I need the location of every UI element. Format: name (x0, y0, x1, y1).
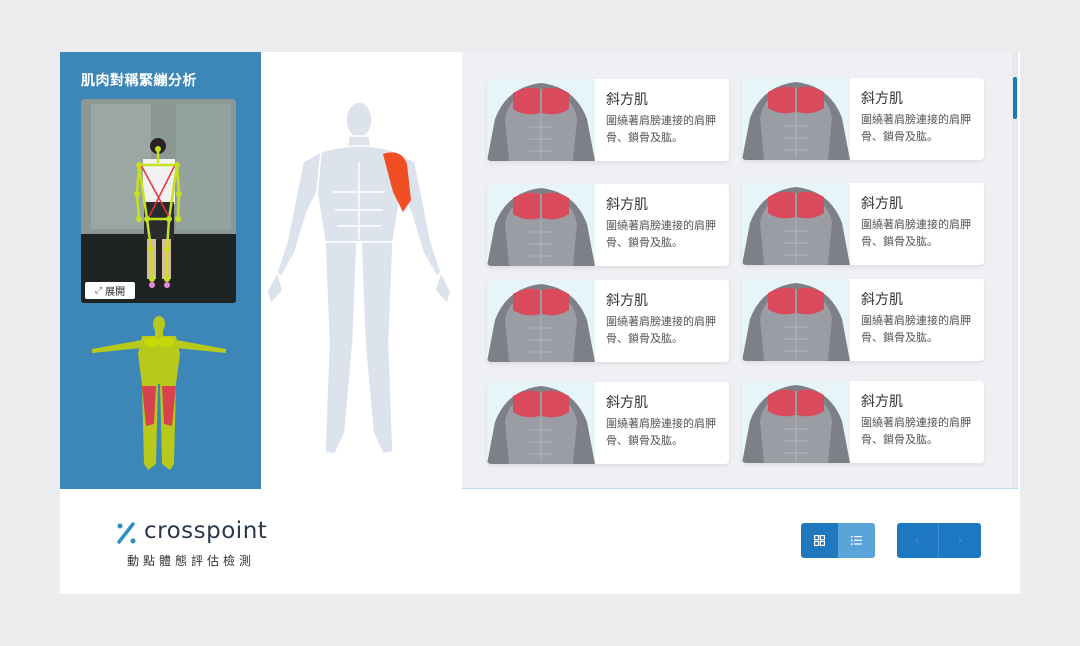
muscle-thumbnail (742, 183, 850, 265)
muscle-card[interactable]: 斜方肌 圍繞著肩膀連接的肩胛骨、鎖骨及肱。 (487, 280, 729, 362)
list-view-button[interactable] (838, 523, 875, 558)
prev-page-button[interactable]: ‹ (897, 523, 939, 558)
grid-view-button[interactable] (801, 523, 838, 558)
muscle-card[interactable]: 斜方肌 圍繞著肩膀連接的肩胛骨、鎖骨及肱。 (742, 279, 984, 361)
muscle-card-grid: 斜方肌 圍繞著肩膀連接的肩胛骨、鎖骨及肱。 斜方肌 圍繞著肩膀連接的肩胛骨、鎖骨… (462, 52, 1018, 489)
card-description: 圍繞著肩膀連接的肩胛骨、鎖骨及肱。 (861, 113, 971, 143)
card-description: 圍繞著肩膀連接的肩胛骨、鎖骨及肱。 (861, 218, 971, 248)
muscle-thumbnail (487, 79, 595, 161)
card-title: 斜方肌 (606, 197, 648, 213)
next-page-button[interactable]: › (939, 523, 981, 558)
chevron-left-icon: ‹ (914, 532, 921, 549)
card-title: 斜方肌 (861, 91, 903, 107)
chevron-right-icon: › (957, 532, 963, 549)
muscle-card[interactable]: 斜方肌 圍繞著肩膀連接的肩胛骨、鎖骨及肱。 (487, 382, 729, 464)
muscle-thumbnail (742, 381, 850, 463)
card-description: 圍繞著肩膀連接的肩胛骨、鎖骨及肱。 (606, 219, 716, 249)
body-diagram (261, 52, 462, 489)
brand-name: crosspoint (144, 518, 268, 544)
card-description: 圍繞著肩膀連接的肩胛骨、鎖骨及肱。 (606, 417, 716, 447)
crosspoint-logo-icon (117, 522, 136, 544)
card-title: 斜方肌 (606, 395, 648, 411)
card-title: 斜方肌 (861, 394, 903, 410)
muscle-map-figure (84, 314, 234, 476)
muscle-card[interactable]: 斜方肌 圍繞著肩膀連接的肩胛骨、鎖骨及肱。 (742, 381, 984, 463)
card-title: 斜方肌 (861, 196, 903, 212)
app-frame: 肌肉對稱緊繃分析 ⤢ 展開 斜方肌 圍繞著肩膀連接的肩胛骨、鎖骨及肱。 斜方肌 … (60, 52, 1020, 594)
muscle-thumbnail (487, 280, 595, 362)
muscle-thumbnail (487, 184, 595, 266)
card-description: 圍繞著肩膀連接的肩胛骨、鎖骨及肱。 (606, 315, 716, 345)
muscle-card[interactable]: 斜方肌 圍繞著肩膀連接的肩胛骨、鎖骨及肱。 (742, 183, 984, 265)
card-title: 斜方肌 (606, 293, 648, 309)
posture-photo[interactable] (81, 99, 236, 303)
brand-tagline: 動點體態評估檢測 (127, 554, 256, 568)
muscle-card[interactable]: 斜方肌 圍繞著肩膀連接的肩胛骨、鎖骨及肱。 (742, 78, 984, 160)
panel-title: 肌肉對稱緊繃分析 (81, 73, 197, 89)
expand-button[interactable]: ⤢ 展開 (85, 282, 135, 299)
scrollbar[interactable] (1012, 52, 1018, 488)
card-description: 圍繞著肩膀連接的肩胛骨、鎖骨及肱。 (861, 314, 971, 344)
muscle-thumbnail (742, 279, 850, 361)
card-title: 斜方肌 (606, 92, 648, 108)
pager: ‹ › (897, 523, 981, 558)
expand-label: 展開 (105, 287, 126, 298)
view-toggle (801, 523, 875, 558)
muscle-thumbnail (487, 382, 595, 464)
muscle-thumbnail (742, 78, 850, 160)
grid-icon (814, 535, 825, 546)
muscle-card[interactable]: 斜方肌 圍繞著肩膀連接的肩胛骨、鎖骨及肱。 (487, 184, 729, 266)
brand-logo: crosspoint 動點體態評估檢測 (115, 516, 275, 576)
muscle-card[interactable]: 斜方肌 圍繞著肩膀連接的肩胛骨、鎖骨及肱。 (487, 79, 729, 161)
analysis-panel: 肌肉對稱緊繃分析 ⤢ 展開 (60, 52, 261, 489)
card-description: 圍繞著肩膀連接的肩胛骨、鎖骨及肱。 (606, 114, 716, 144)
card-description: 圍繞著肩膀連接的肩胛骨、鎖骨及肱。 (861, 416, 971, 446)
card-title: 斜方肌 (861, 292, 903, 308)
list-icon (851, 536, 862, 545)
scrollbar-thumb[interactable] (1013, 77, 1017, 119)
expand-icon: ⤢ (94, 285, 103, 296)
